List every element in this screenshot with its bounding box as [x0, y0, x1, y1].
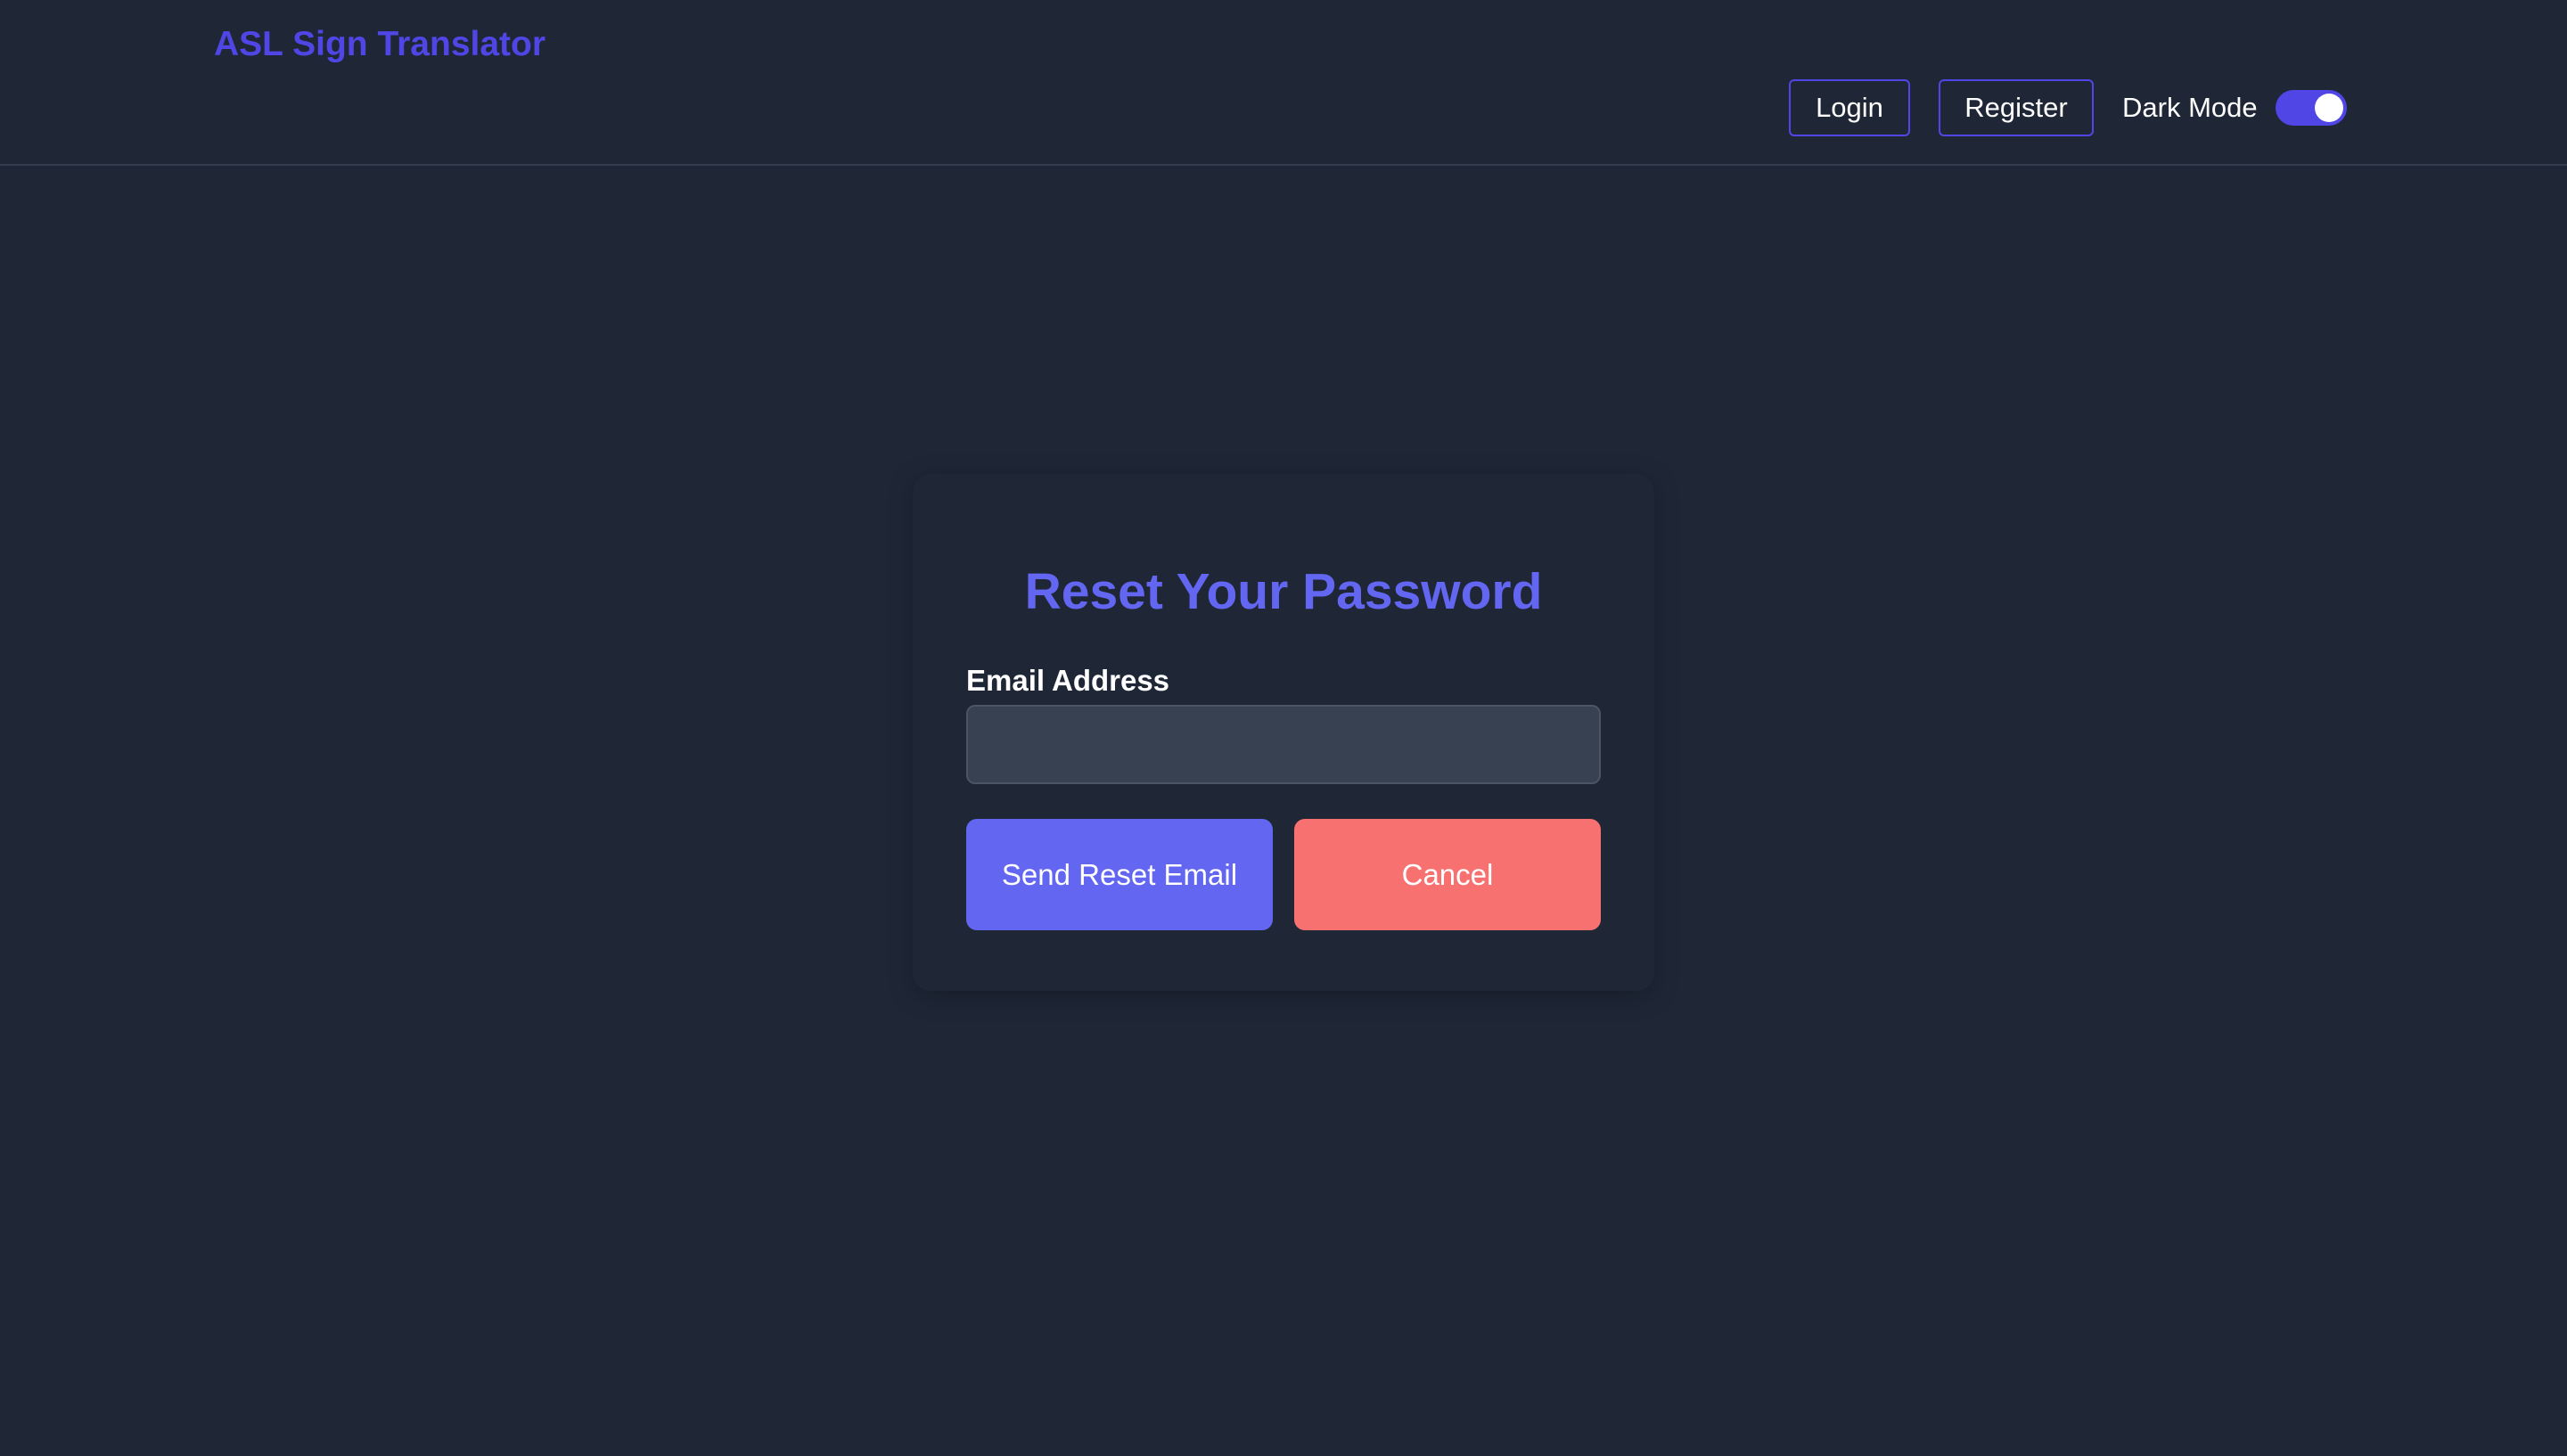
- cancel-button[interactable]: Cancel: [1294, 819, 1601, 930]
- reset-password-title: Reset Your Password: [1024, 563, 1543, 620]
- top-header: ASL Sign Translator Login Register Dark …: [0, 0, 2567, 166]
- send-reset-email-button[interactable]: Send Reset Email: [966, 819, 1273, 930]
- toggle-switch-on-icon: [2315, 94, 2343, 122]
- dark-mode-label: Dark Mode: [2122, 92, 2258, 123]
- app-logo-title[interactable]: ASL Sign Translator: [214, 21, 545, 68]
- dark-mode-toggle[interactable]: [2276, 90, 2347, 126]
- login-button[interactable]: Login: [1789, 79, 1910, 136]
- email-address-input[interactable]: [966, 705, 1601, 784]
- register-button[interactable]: Register: [1939, 79, 2094, 136]
- email-address-label: Email Address: [966, 664, 1170, 697]
